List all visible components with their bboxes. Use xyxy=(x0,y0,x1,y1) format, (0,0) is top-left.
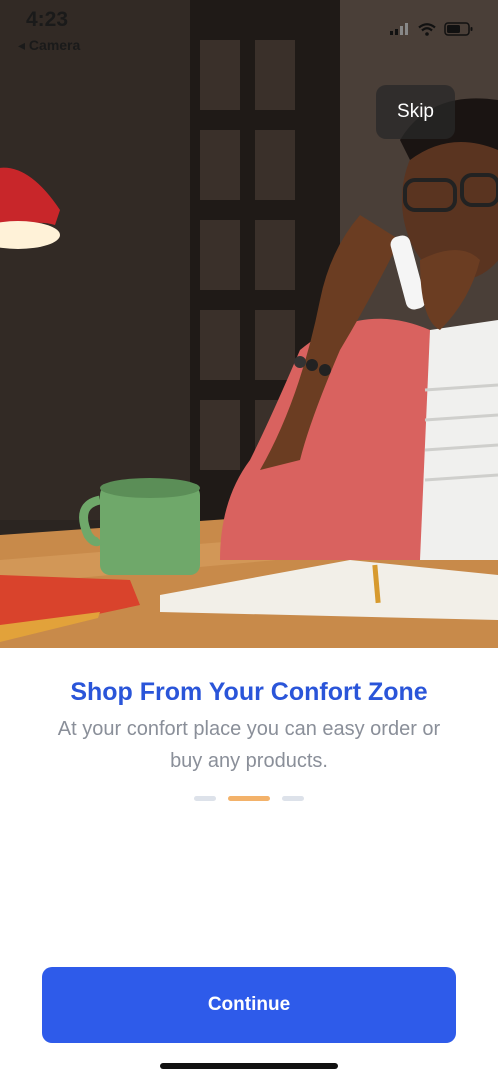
page-indicator-dot-active[interactable] xyxy=(228,796,270,801)
page-indicator-dot[interactable] xyxy=(194,796,216,801)
onboarding-subtitle: At your confort place you can easy order… xyxy=(57,718,441,772)
back-to-app-link[interactable]: ◂ Camera xyxy=(18,37,80,54)
status-time: 4:23 xyxy=(26,8,69,31)
home-indicator[interactable] xyxy=(160,1063,338,1069)
cellular-signal-icon xyxy=(390,23,408,35)
wifi-icon xyxy=(418,22,436,36)
page-indicator xyxy=(0,796,498,801)
status-icons xyxy=(390,22,474,36)
status-bar: 4:23 ◂ Camera xyxy=(0,0,498,60)
skip-button[interactable]: Skip xyxy=(376,85,455,139)
onboarding-title: Shop From Your Confort Zone xyxy=(70,678,428,706)
continue-button[interactable]: Continue xyxy=(42,967,456,1043)
page-indicator-dot[interactable] xyxy=(282,796,304,801)
battery-icon xyxy=(444,22,473,36)
